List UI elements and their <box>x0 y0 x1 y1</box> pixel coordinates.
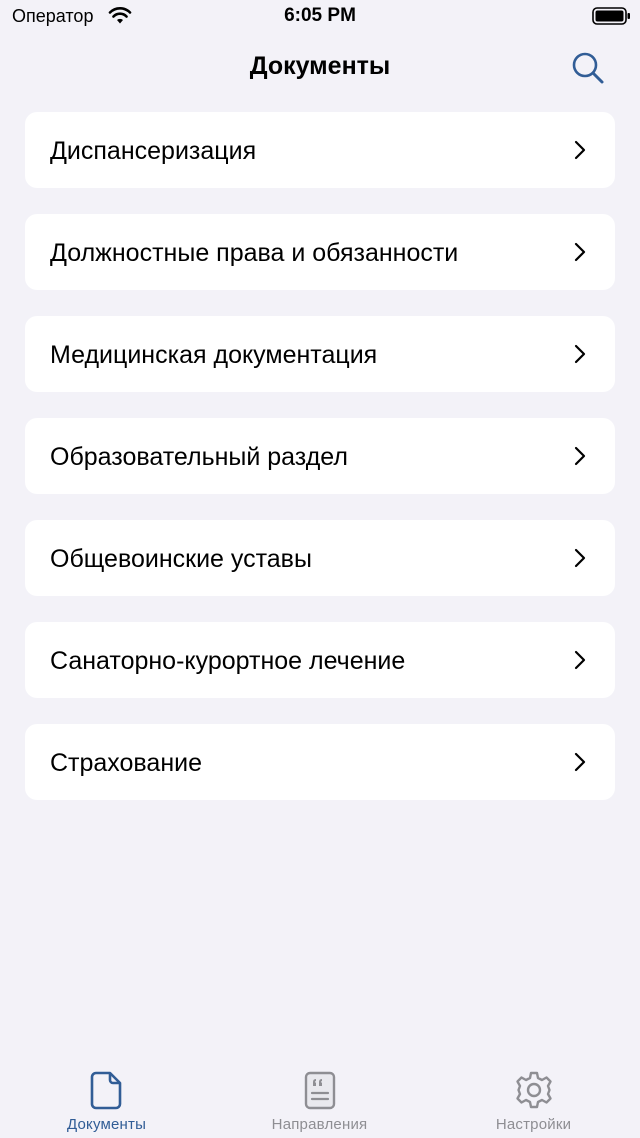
chevron-right-icon <box>574 344 586 364</box>
list-item-label: Должностные права и обязанности <box>50 239 459 267</box>
chevron-right-icon <box>574 242 586 262</box>
list-item-official-rights[interactable]: Должностные права и обязанности <box>25 214 615 290</box>
tab-bar: Документы Направления Настройки <box>0 1060 640 1138</box>
battery-icon <box>592 7 630 25</box>
chevron-right-icon <box>574 752 586 772</box>
list-item-dispanserizatsiya[interactable]: Диспансеризация <box>25 112 615 188</box>
list-item-military-regulations[interactable]: Общевоинские уставы <box>25 520 615 596</box>
document-icon <box>90 1071 121 1110</box>
tab-label: Документы <box>66 1116 147 1133</box>
search-icon[interactable] <box>570 50 606 86</box>
chevron-right-icon <box>574 140 586 160</box>
tab-label: Настройки <box>495 1116 572 1133</box>
tab-documents[interactable]: Документы <box>0 1060 213 1138</box>
list-item-medical-documentation[interactable]: Медицинская документация <box>25 316 615 392</box>
tab-settings[interactable]: Настройки <box>427 1060 640 1138</box>
list-item-label: Образовательный раздел <box>50 443 348 471</box>
navigation-bar: Документы <box>0 40 640 94</box>
list-item-insurance[interactable]: Страхование <box>25 724 615 800</box>
status-bar: Оператор 6:05 PM <box>0 0 640 34</box>
chevron-right-icon <box>574 650 586 670</box>
tab-label: Направления <box>271 1116 368 1133</box>
list-item-label: Диспансеризация <box>50 137 257 165</box>
list-item-sanatorium-treatment[interactable]: Санаторно-курортное лечение <box>25 622 615 698</box>
list-item-label: Страхование <box>50 749 203 777</box>
chevron-right-icon <box>574 548 586 568</box>
tab-directions[interactable]: Направления <box>213 1060 426 1138</box>
clock: 6:05 PM <box>284 5 356 26</box>
list-item-label: Санаторно-курортное лечение <box>50 647 406 675</box>
chevron-right-icon <box>574 446 586 466</box>
search-button[interactable] <box>566 46 610 90</box>
list-item-education-section[interactable]: Образовательный раздел <box>25 418 615 494</box>
list-item-label: Медицинская документация <box>50 341 378 369</box>
page-title: Документы <box>249 52 391 80</box>
list-item-label: Общевоинские уставы <box>50 545 312 573</box>
documents-list: Диспансеризация Должностные права и обяз… <box>25 112 615 826</box>
gear-icon <box>515 1071 552 1109</box>
quote-document-icon <box>304 1071 335 1110</box>
